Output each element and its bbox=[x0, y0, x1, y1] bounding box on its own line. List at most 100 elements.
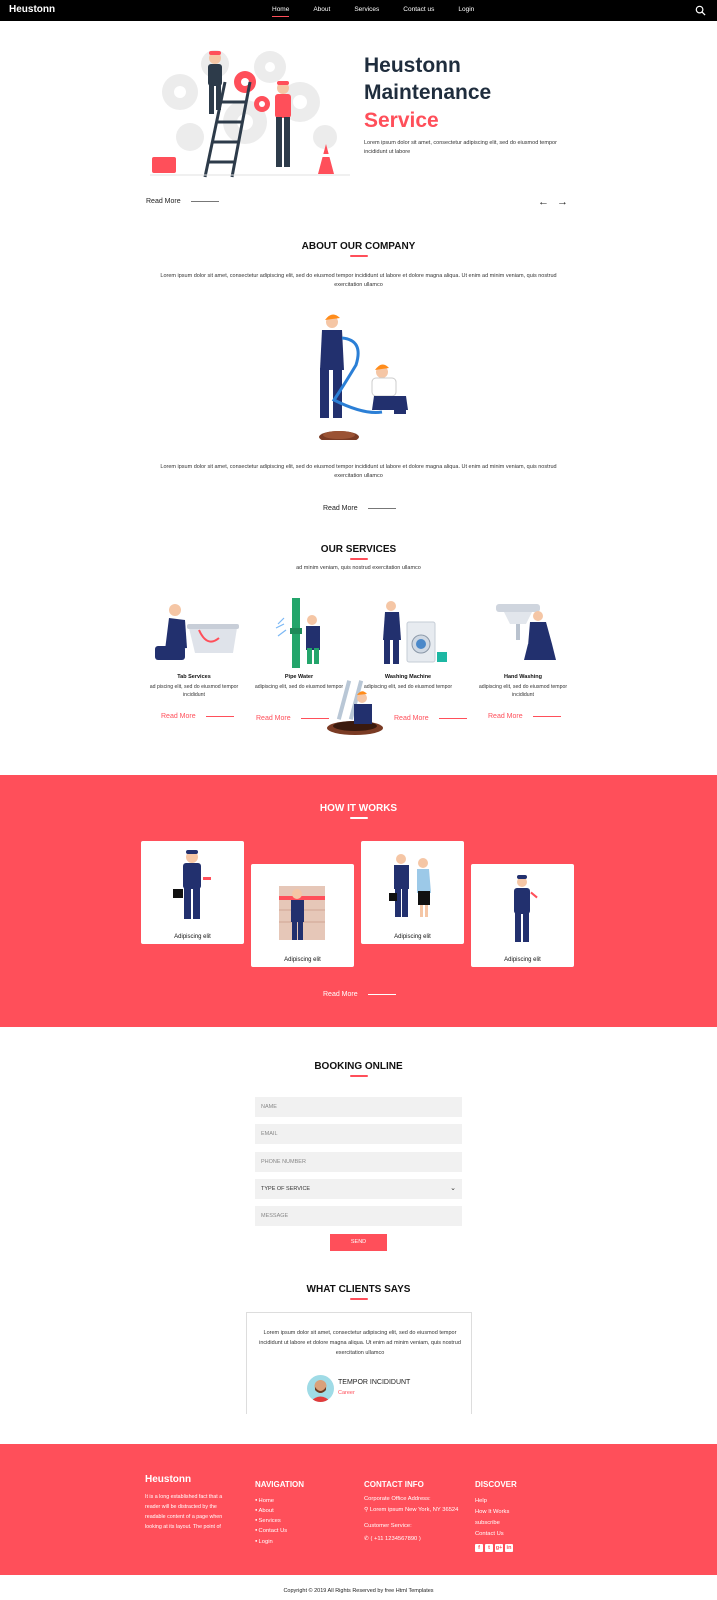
divider bbox=[367, 508, 396, 509]
footer-link-home[interactable]: Home bbox=[255, 1496, 287, 1506]
about-para-2: Lorem ipsum dolor sit amet, consectetur … bbox=[160, 464, 557, 480]
about-title-text: ABOUT OUR COMPANY bbox=[301, 241, 416, 252]
hero-read-more[interactable]: Read More bbox=[146, 198, 219, 205]
how-title: HOW IT WORKS bbox=[0, 803, 717, 819]
service-type-select[interactable]: TYPE OF SERVICE ⌄ bbox=[255, 1179, 462, 1199]
name-input[interactable]: NAME bbox=[255, 1097, 462, 1117]
booking-title-text: BOOKING ONLINE bbox=[314, 1061, 403, 1072]
office-address: ⚲ Lorem ipsum New York, NY 36524 bbox=[364, 1507, 458, 1513]
pipe-water-illustration bbox=[275, 598, 320, 668]
hero-title-accent: Service bbox=[364, 108, 439, 132]
footer-link-help[interactable]: Help bbox=[475, 1496, 509, 1507]
brand-logo[interactable]: Heustonn bbox=[9, 4, 55, 15]
service-read-more-hand[interactable]: Read More bbox=[488, 713, 561, 720]
about-para-1: Lorem ipsum dolor sit amet, consectetur … bbox=[160, 273, 557, 289]
divider bbox=[205, 716, 234, 717]
about-illustration bbox=[319, 314, 408, 440]
email-input[interactable]: EMAIL bbox=[255, 1124, 462, 1144]
title-underline bbox=[349, 817, 368, 819]
how-card-label: Adipiscing elit bbox=[174, 934, 211, 940]
hero-text: Lorem ipsum dolor sit amet, consectetur … bbox=[364, 140, 557, 155]
testimonial-role: Career bbox=[338, 1390, 355, 1396]
title-underline bbox=[349, 1298, 368, 1300]
about-read-more-label: Read More bbox=[323, 505, 358, 512]
how-card-3: Adipiscing elit bbox=[361, 841, 464, 944]
linkedin-icon[interactable]: in bbox=[505, 1544, 513, 1552]
footer-link-how-it-works[interactable]: How It Works bbox=[475, 1507, 509, 1518]
worker-wall-illustration bbox=[279, 886, 325, 940]
service-desc: adipiscing elit, sed do eiusmod tempor bbox=[363, 684, 453, 690]
testimonial-quote: Lorem ipsum dolor sit amet, consectetur … bbox=[259, 1330, 461, 1356]
how-read-more[interactable]: Read More bbox=[323, 991, 396, 998]
service-desc: ad piscing elit, sed do eiusmod tempor i… bbox=[149, 684, 239, 699]
divider bbox=[438, 718, 467, 719]
footer-link-login[interactable]: Login bbox=[255, 1537, 287, 1547]
service-read-more-washing[interactable]: Read More bbox=[394, 715, 467, 722]
facebook-icon[interactable]: f bbox=[475, 1544, 483, 1552]
office-label: Corporate Office Address: bbox=[364, 1496, 431, 1502]
client-avatar-icon bbox=[310, 1380, 331, 1402]
service-type-value: TYPE OF SERVICE bbox=[261, 1186, 311, 1192]
hand-washing-illustration bbox=[496, 604, 556, 660]
location-pin-icon: ⚲ bbox=[364, 1507, 369, 1513]
footer-about: It is a long established fact that a rea… bbox=[145, 1494, 223, 1531]
clients-title-text: WHAT CLIENTS SAYS bbox=[306, 1284, 411, 1295]
next-arrow-icon[interactable]: → bbox=[557, 196, 576, 208]
how-read-more-label: Read More bbox=[323, 991, 358, 998]
send-button[interactable]: SEND bbox=[330, 1234, 387, 1251]
footer-brand: Heustonn bbox=[145, 1474, 192, 1485]
footer-link-subscribe[interactable]: subscribe bbox=[475, 1518, 509, 1529]
title-underline bbox=[349, 558, 368, 560]
service-read-more-pipe[interactable]: Read More bbox=[256, 715, 329, 722]
footer-discover-title: DISCOVER bbox=[475, 1480, 517, 1489]
divider bbox=[532, 716, 561, 717]
search-icon[interactable] bbox=[695, 5, 706, 16]
hero-title-line1: Heustonn bbox=[364, 54, 461, 77]
phone-icon: ✆ bbox=[364, 1536, 369, 1542]
service-read-more-tab[interactable]: Read More bbox=[161, 713, 234, 720]
footer-discover-list: Help How It Works subscribe Contact Us bbox=[475, 1496, 509, 1540]
footer-link-contact[interactable]: Contact Us bbox=[255, 1526, 288, 1536]
tab-service-illustration bbox=[155, 604, 239, 660]
service-label: Customer Service: bbox=[364, 1523, 412, 1529]
footer-link-services[interactable]: Services bbox=[255, 1516, 287, 1526]
service-card-washing-machine: Washing Machine adipiscing elit, sed do … bbox=[353, 598, 463, 691]
title-underline bbox=[349, 255, 368, 257]
services-subtitle: ad minim veniam, quis nostrud exercitati… bbox=[296, 565, 421, 571]
twitter-icon[interactable]: t bbox=[485, 1544, 493, 1552]
nav-links: Home About Services Contact us Login bbox=[272, 6, 498, 17]
service-name: Washing Machine bbox=[384, 674, 432, 680]
service-phone-value: ( +11 1234567890 ) bbox=[370, 1536, 421, 1542]
footer-nav-title: NAVIGATION bbox=[255, 1480, 305, 1489]
nav-link-contact[interactable]: Contact us bbox=[403, 6, 434, 13]
phone-input[interactable]: PHONE NUMBER bbox=[255, 1152, 462, 1172]
worker-wrench-illustration bbox=[514, 875, 538, 942]
how-card-4: Adipiscing elit bbox=[471, 864, 574, 967]
service-phone: ✆ ( +11 1234567890 ) bbox=[364, 1536, 421, 1542]
hero-title: Heustonn Maintenance Service bbox=[364, 52, 491, 134]
washing-machine-illustration bbox=[383, 601, 447, 664]
office-address-value: Lorem ipsum New York, NY 36524 bbox=[369, 1507, 459, 1513]
footer-link-about[interactable]: About bbox=[255, 1506, 287, 1516]
message-input[interactable]: MESSAGE bbox=[255, 1206, 462, 1226]
testimonial-name: TEMPOR INCIDIDUNT bbox=[338, 1379, 411, 1386]
services-title-text: OUR SERVICES bbox=[320, 544, 397, 555]
nav-link-about[interactable]: About bbox=[313, 6, 330, 13]
nav-link-home[interactable]: Home bbox=[272, 6, 290, 17]
how-card-label: Adipiscing elit bbox=[504, 957, 541, 963]
service-desc: adipiscing elit, sed do eiusmod tempor i… bbox=[478, 684, 568, 699]
social-links: f t g+ in bbox=[475, 1544, 513, 1552]
about-read-more[interactable]: Read More bbox=[323, 505, 396, 512]
prev-arrow-icon[interactable]: ← bbox=[538, 196, 557, 208]
hero-title-line2: Maintenance bbox=[364, 81, 492, 105]
how-card-1: Adipiscing elit bbox=[141, 841, 244, 944]
service-read-more-label: Read More bbox=[256, 715, 291, 722]
nav-link-login[interactable]: Login bbox=[458, 6, 474, 13]
avatar bbox=[307, 1375, 334, 1402]
service-card-tab: Tab Services ad piscing elit, sed do eiu… bbox=[139, 598, 249, 700]
about-title: ABOUT OUR COMPANY bbox=[0, 241, 717, 257]
chevron-down-icon: ⌄ bbox=[450, 1185, 456, 1192]
google-plus-icon[interactable]: g+ bbox=[495, 1544, 503, 1552]
nav-link-services[interactable]: Services bbox=[354, 6, 379, 13]
footer-link-contact-us[interactable]: Contact Us bbox=[475, 1529, 509, 1540]
